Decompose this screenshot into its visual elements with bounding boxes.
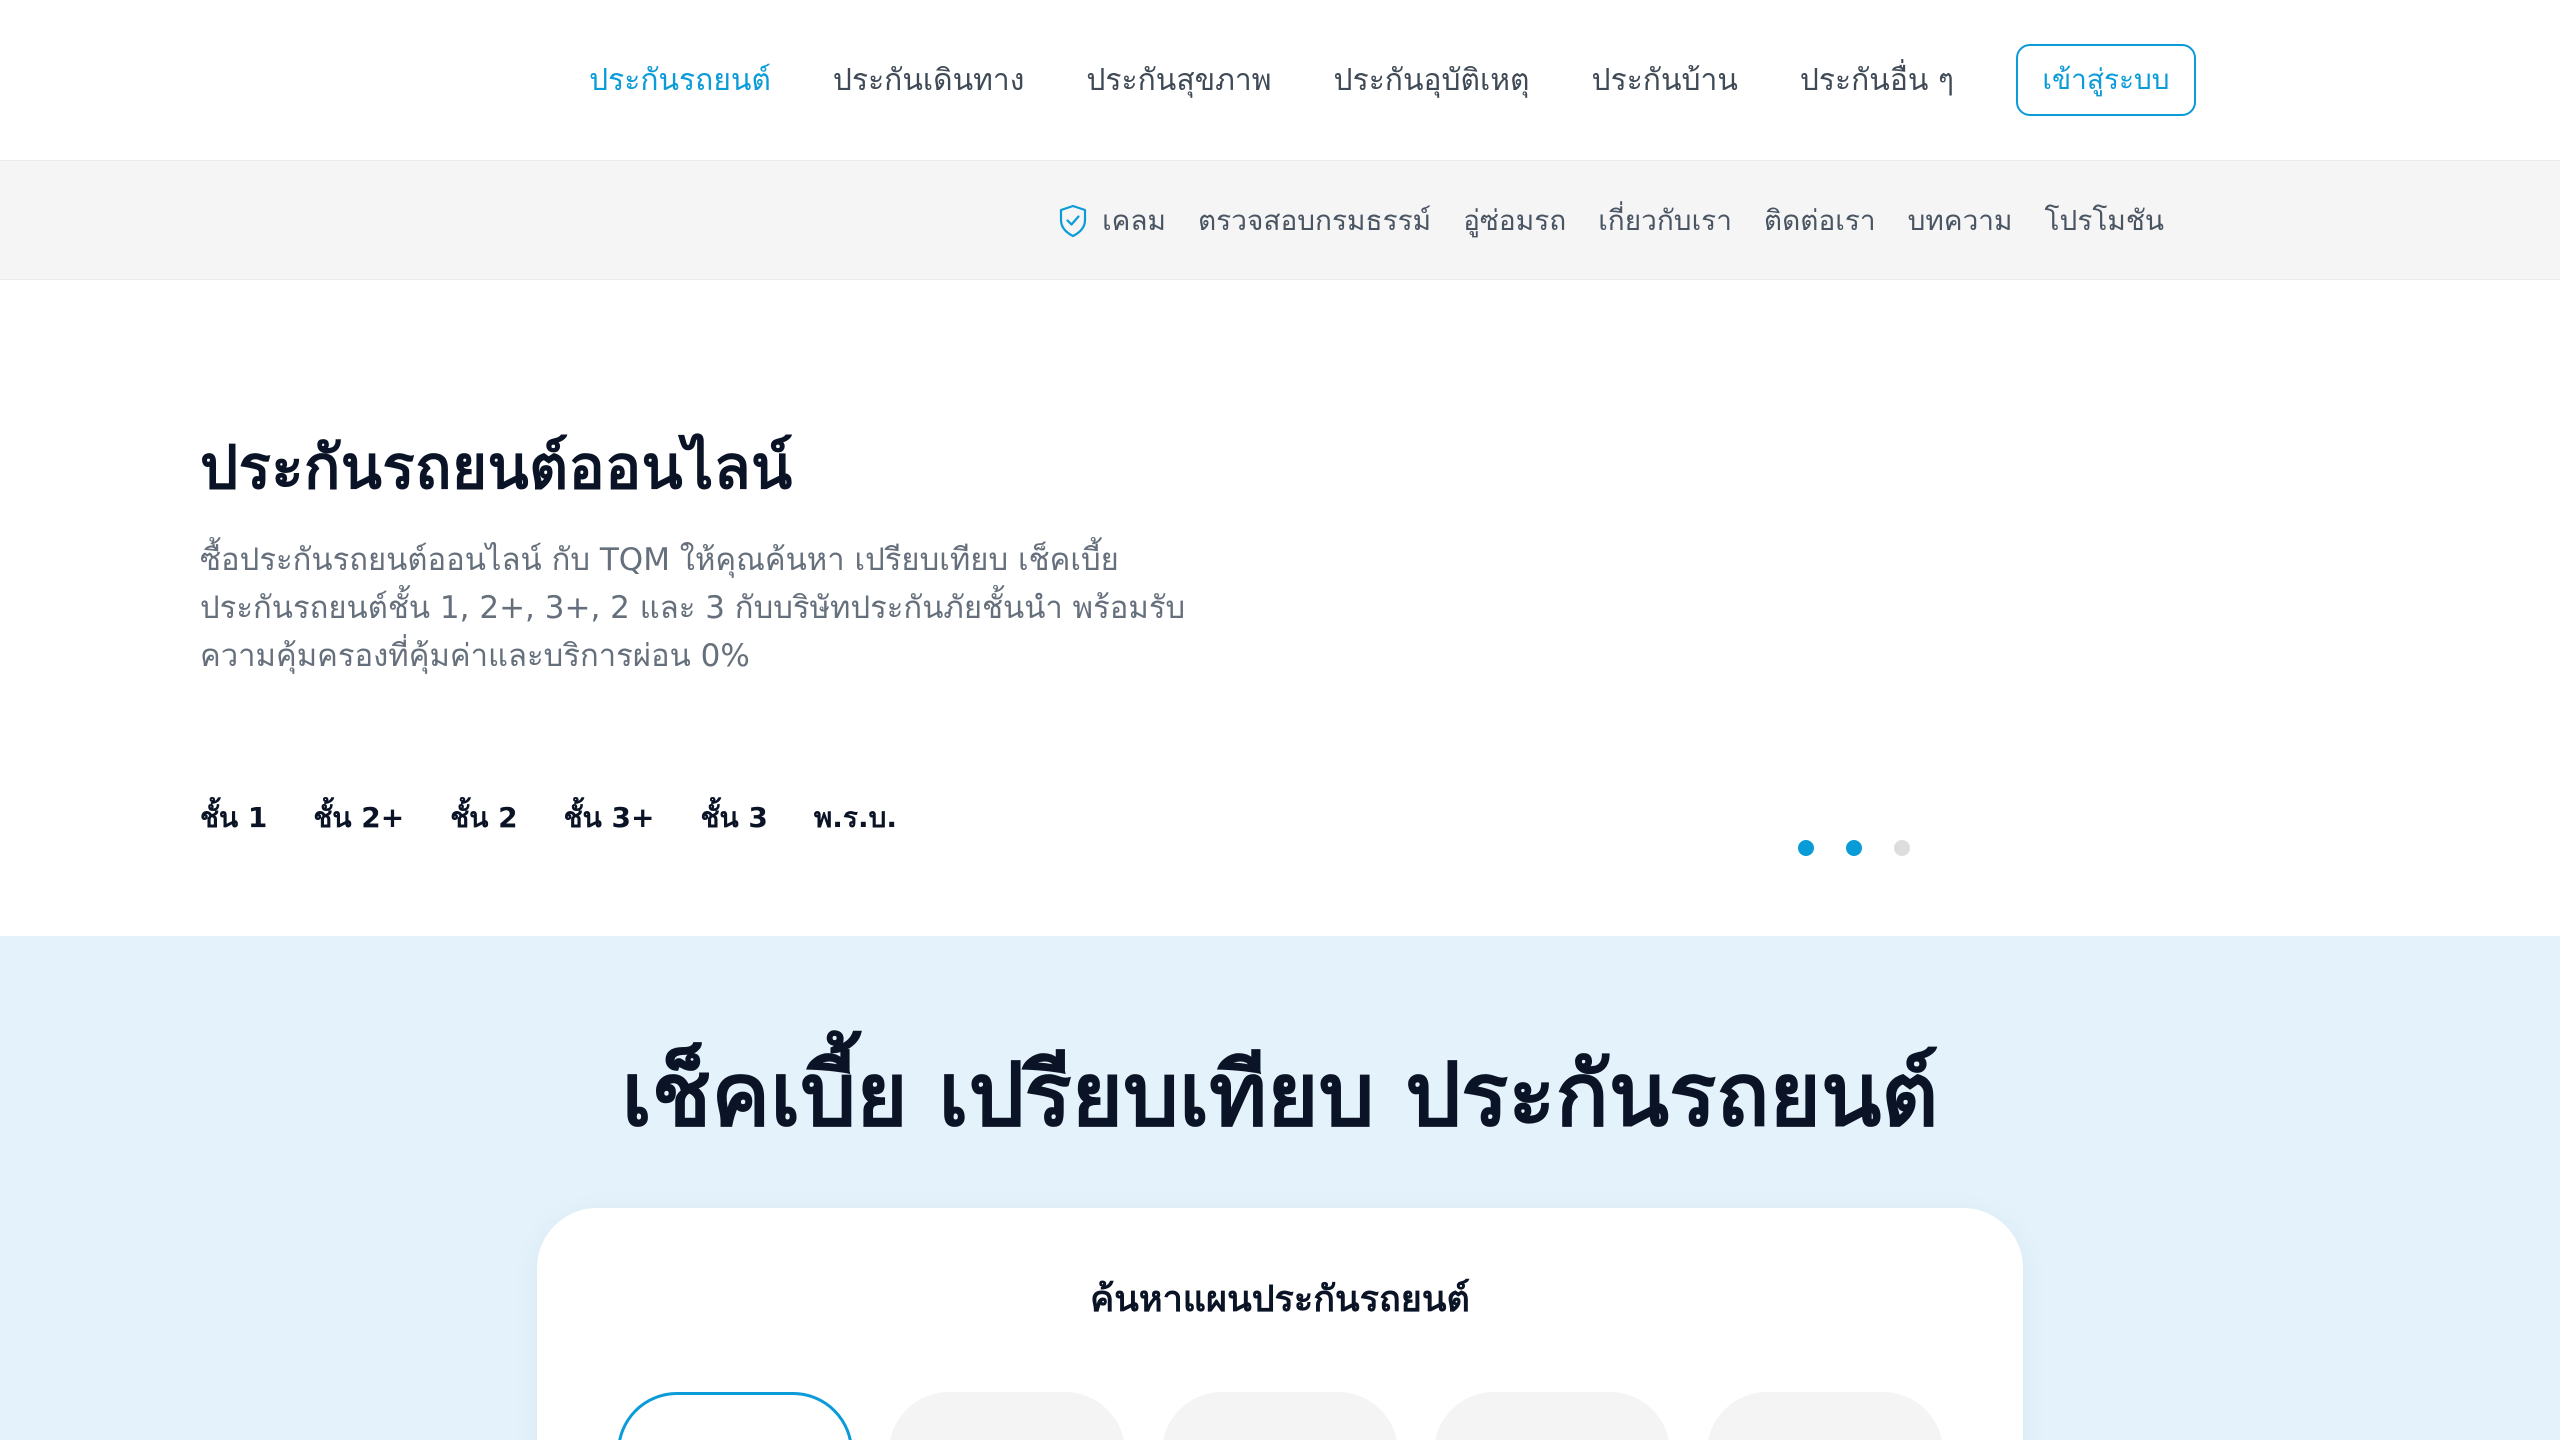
page-title: ประกันรถยนต์ออนไลน์: [200, 433, 793, 503]
subnav-item-promotions[interactable]: โปรโมชัน: [2045, 199, 2165, 243]
search-card-title: ค้นหาแผนประกันรถยนต์: [1090, 1279, 1470, 1320]
tier-link-compulsory[interactable]: พ.ร.บ.: [814, 796, 897, 840]
login-button[interactable]: เข้าสู่ระบบ: [2016, 44, 2196, 116]
nav-item-home-insurance[interactable]: ประกันบ้าน: [1592, 57, 1738, 104]
vehicle-type-option[interactable]: [1707, 1392, 1943, 1440]
tier-link-class-1[interactable]: ชั้น 1: [200, 796, 267, 840]
hero-description: ซื้อประกันรถยนต์ออนไลน์ กับ TQM ให้คุณค้…: [200, 542, 1186, 674]
top-navigation: ประกันรถยนต์ ประกันเดินทาง ประกันสุขภาพ …: [0, 0, 2560, 160]
coverage-tier-links: ชั้น 1 ชั้น 2+ ชั้น 2 ชั้น 3+ ชั้น 3 พ.ร…: [200, 796, 943, 840]
tier-link-class-2-plus[interactable]: ชั้น 2+: [313, 796, 404, 840]
vehicle-type-option[interactable]: [1162, 1392, 1398, 1440]
vehicle-type-option[interactable]: [889, 1392, 1125, 1440]
carousel-dot[interactable]: [1894, 840, 1910, 856]
nav-item-travel-insurance[interactable]: ประกันเดินทาง: [833, 57, 1024, 104]
carousel-dot[interactable]: [1798, 840, 1814, 856]
tier-link-class-3[interactable]: ชั้น 3: [700, 796, 767, 840]
carousel-dot[interactable]: [1846, 840, 1862, 856]
nav-item-accident-insurance[interactable]: ประกันอุบัติเหตุ: [1334, 57, 1530, 104]
subnav-item-contact[interactable]: ติดต่อเรา: [1764, 199, 1876, 243]
compare-heading: เช็คเบี้ย เปรียบเทียบ ประกันรถยนต์: [621, 1043, 1939, 1146]
subnav-item-claim[interactable]: เคลม: [1058, 199, 1166, 243]
nav-item-other-insurance[interactable]: ประกันอื่น ๆ: [1800, 57, 1954, 104]
compare-section: เช็คเบี้ย เปรียบเทียบ ประกันรถยนต์: [0, 936, 2560, 1440]
nav-item-health-insurance[interactable]: ประกันสุขภาพ: [1086, 57, 1271, 104]
tier-link-class-2[interactable]: ชั้น 2: [450, 796, 517, 840]
sub-nav-links: เคลม ตรวจสอบกรมธรรม์ อู่ซ่อมรถ เกี่ยวกับ…: [1058, 161, 2164, 281]
subnav-item-articles[interactable]: บทความ: [1908, 199, 2013, 243]
subnav-item-garages[interactable]: อู่ซ่อมรถ: [1463, 199, 1566, 243]
hero-section: ประกันรถยนต์ออนไลน์ ซื้อประกันรถยนต์ออนไ…: [0, 280, 2560, 936]
vehicle-type-option[interactable]: [617, 1392, 853, 1440]
tier-link-class-3-plus[interactable]: ชั้น 3+: [564, 796, 655, 840]
main-menu: ประกันรถยนต์ ประกันเดินทาง ประกันสุขภาพ …: [527, 0, 2196, 160]
subnav-item-label: เคลม: [1102, 204, 1166, 237]
subnav-item-check-policy[interactable]: ตรวจสอบกรมธรรม์: [1198, 199, 1431, 243]
subnav-item-about[interactable]: เกี่ยวกับเรา: [1598, 199, 1732, 243]
shield-check-icon: [1058, 204, 1088, 238]
carousel-pagination: [1798, 840, 1942, 856]
vehicle-type-option[interactable]: [1434, 1392, 1670, 1440]
sub-navigation: เคลม ตรวจสอบกรมธรรม์ อู่ซ่อมรถ เกี่ยวกับ…: [0, 160, 2560, 280]
nav-item-car-insurance[interactable]: ประกันรถยนต์: [589, 57, 771, 104]
